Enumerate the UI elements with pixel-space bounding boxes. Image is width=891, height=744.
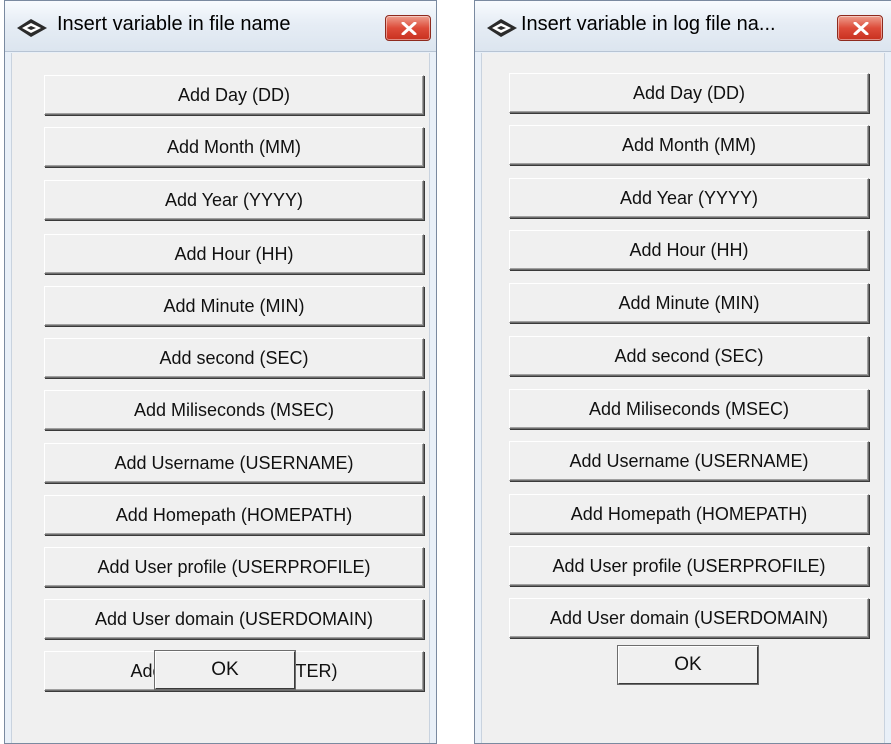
dialog-insert-variable-file-name: Insert variable in file name Add Day (DD… <box>4 0 437 744</box>
dialog-title: Insert variable in log file na... <box>521 13 776 35</box>
add-username-button[interactable]: Add Username (USERNAME) <box>44 443 424 483</box>
add-homepath-button[interactable]: Add Homepath (HOMEPATH) <box>509 494 869 534</box>
add-milliseconds-button[interactable]: Add Miliseconds (MSEC) <box>44 390 424 430</box>
app-logo-icon <box>15 16 49 43</box>
app-logo-icon <box>485 16 519 43</box>
dialog-title: Insert variable in file name <box>57 13 291 35</box>
dialog-insert-variable-log-file-name: Insert variable in log file na... Add Da… <box>474 0 891 744</box>
ok-button[interactable]: OK <box>154 650 296 690</box>
title-bar[interactable]: Insert variable in file name <box>5 1 436 52</box>
close-button[interactable] <box>837 15 883 41</box>
dialog-body: Add Day (DD) Add Month (MM) Add Year (YY… <box>481 53 885 743</box>
add-year-button[interactable]: Add Year (YYYY) <box>44 180 424 220</box>
add-second-button[interactable]: Add second (SEC) <box>509 336 869 376</box>
add-month-button[interactable]: Add Month (MM) <box>509 125 869 165</box>
add-day-button[interactable]: Add Day (DD) <box>509 73 869 113</box>
ok-button[interactable]: OK <box>617 645 759 685</box>
add-username-button[interactable]: Add Username (USERNAME) <box>509 441 869 481</box>
add-hour-button[interactable]: Add Hour (HH) <box>44 234 424 274</box>
title-bar[interactable]: Insert variable in log file na... <box>475 1 891 52</box>
close-icon <box>401 22 417 35</box>
add-userprofile-button[interactable]: Add User profile (USERPROFILE) <box>44 547 424 587</box>
close-button[interactable] <box>385 15 431 41</box>
add-userdomain-button[interactable]: Add User domain (USERDOMAIN) <box>44 599 424 639</box>
add-year-button[interactable]: Add Year (YYYY) <box>509 178 869 218</box>
add-day-button[interactable]: Add Day (DD) <box>44 75 424 115</box>
add-minute-button[interactable]: Add Minute (MIN) <box>44 286 424 326</box>
add-minute-button[interactable]: Add Minute (MIN) <box>509 283 869 323</box>
add-hour-button[interactable]: Add Hour (HH) <box>509 230 869 270</box>
dialog-body: Add Day (DD) Add Month (MM) Add Year (YY… <box>11 53 430 743</box>
add-homepath-button[interactable]: Add Homepath (HOMEPATH) <box>44 495 424 535</box>
add-month-button[interactable]: Add Month (MM) <box>44 127 424 167</box>
add-milliseconds-button[interactable]: Add Miliseconds (MSEC) <box>509 389 869 429</box>
add-userdomain-button[interactable]: Add User domain (USERDOMAIN) <box>509 598 869 638</box>
close-icon <box>853 22 869 35</box>
add-second-button[interactable]: Add second (SEC) <box>44 338 424 378</box>
add-userprofile-button[interactable]: Add User profile (USERPROFILE) <box>509 546 869 586</box>
